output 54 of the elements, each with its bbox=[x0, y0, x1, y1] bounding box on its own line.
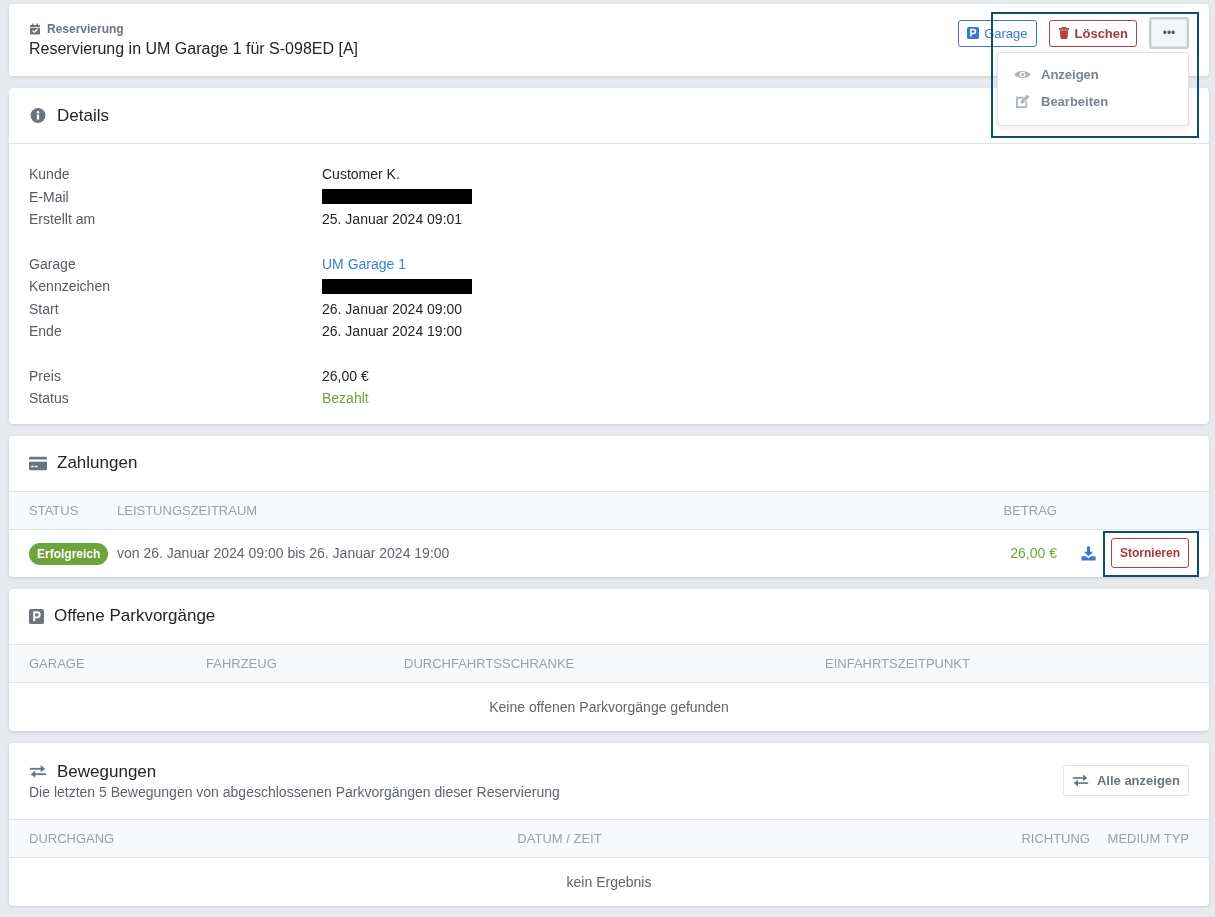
field-label: Preis bbox=[29, 367, 62, 384]
garage-link[interactable]: UM Garage 1 bbox=[322, 255, 407, 272]
field-label: Kennzeichen bbox=[29, 278, 111, 295]
more-button[interactable]: ••• bbox=[1149, 17, 1189, 49]
column-header: DURCHGANG bbox=[29, 830, 116, 846]
status-value: Bezahlt bbox=[322, 390, 369, 407]
field-value: 26,00 € bbox=[322, 367, 369, 384]
field-label: Garage bbox=[29, 255, 77, 272]
download-icon[interactable] bbox=[1080, 545, 1097, 561]
column-header: STATUS bbox=[29, 502, 80, 518]
info-icon bbox=[29, 108, 47, 123]
card-title: Offene Parkvorgänge bbox=[54, 606, 216, 626]
card-title: Details bbox=[57, 105, 109, 126]
column-header: FAHRZEUG bbox=[206, 655, 278, 671]
trash-icon bbox=[1057, 27, 1070, 39]
field-label: Status bbox=[29, 390, 70, 407]
swap-arrows-icon bbox=[29, 764, 47, 779]
field-label: Kunde bbox=[29, 166, 71, 183]
card-title: Bewegungen bbox=[57, 761, 157, 782]
field-label: Ende bbox=[29, 323, 63, 340]
parking-icon bbox=[967, 27, 980, 39]
card-subtitle: Die letzten 5 Bewegungen von abgeschlossenen Parkvorgängen dieser Reservierung bbox=[29, 783, 560, 800]
column-header: LEISTUNGSZEITRAUM bbox=[117, 502, 259, 518]
empty-message: kein Ergebnis bbox=[565, 872, 653, 892]
field-label: Start bbox=[29, 300, 60, 317]
column-header: EINFAHRTSZEITPUNKT bbox=[825, 655, 971, 671]
empty-message: Keine offenen Parkvorgänge gefunden bbox=[488, 697, 730, 717]
delete-button[interactable]: Löschen bbox=[1048, 19, 1137, 47]
field-value: 25. Januar 2024 09:01 bbox=[322, 211, 463, 228]
field-label: Erstellt am bbox=[29, 211, 97, 228]
parking-icon bbox=[29, 608, 44, 624]
show-all-button[interactable]: Alle anzeigen bbox=[1062, 765, 1189, 796]
column-header: BETRAG bbox=[1002, 502, 1057, 518]
credit-card-icon bbox=[29, 455, 47, 471]
column-header: DATUM / ZEIT bbox=[516, 830, 603, 846]
field-value: Customer K. bbox=[322, 166, 400, 183]
page-kicker: Reservierung bbox=[47, 22, 124, 36]
column-header: DURCHFAHRTSSCHRANKE bbox=[404, 655, 576, 671]
column-header: RICHTUNG bbox=[1020, 830, 1090, 846]
menu-item[interactable]: Bearbeiten bbox=[998, 88, 1188, 115]
amount-cell-text: 26,00 € bbox=[1009, 545, 1057, 561]
menu-item[interactable]: Anzeigen bbox=[998, 61, 1188, 88]
calendar-check-icon bbox=[29, 23, 41, 35]
page-title: Reservierung in UM Garage 1 für S-098ED [A] bbox=[29, 40, 359, 58]
status-badge: Erfolgreich bbox=[29, 543, 109, 565]
cancel-button[interactable]: Stornieren bbox=[1111, 538, 1189, 568]
column-header: MEDIUM TYP bbox=[1106, 830, 1189, 846]
field-value: 26. Januar 2024 19:00 bbox=[322, 323, 463, 340]
card-title: Zahlungen bbox=[57, 453, 138, 473]
swap-arrows-icon bbox=[1071, 773, 1089, 788]
table-cell-text: von 26. Januar 2024 09:00 bis 26. Januar 2024 19:00 bbox=[117, 545, 451, 561]
field-value: 26. Januar 2024 09:00 bbox=[322, 300, 463, 317]
field-label: E-Mail bbox=[29, 188, 70, 205]
column-header: GARAGE bbox=[29, 655, 86, 671]
